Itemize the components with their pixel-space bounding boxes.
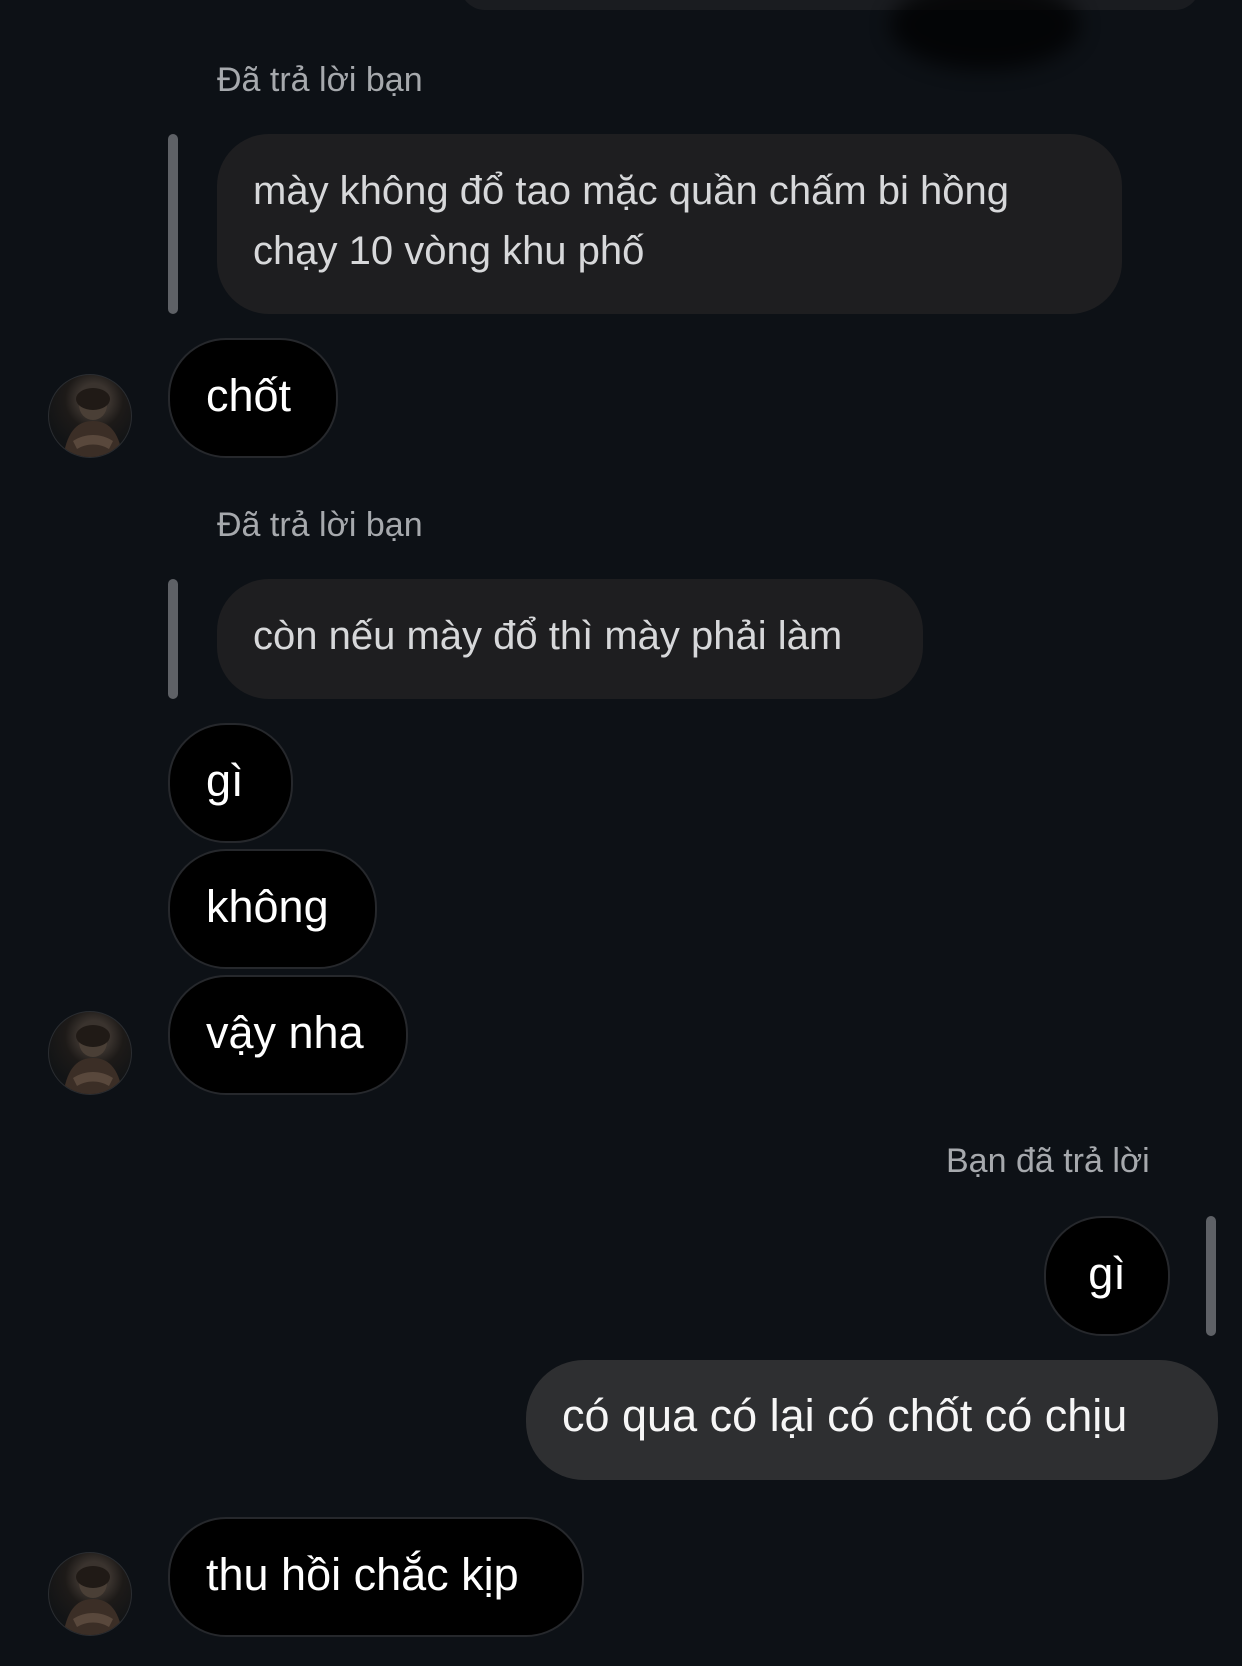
message-bubble[interactable]: thu hồi chắc kịp bbox=[168, 1517, 584, 1637]
reply-caption: Đã trả lời bạn bbox=[217, 506, 423, 544]
message-bubble[interactable]: gì bbox=[168, 723, 293, 843]
reply-bar bbox=[168, 579, 178, 699]
avatar-photo-icon bbox=[63, 388, 123, 457]
contact-avatar[interactable] bbox=[48, 374, 132, 458]
avatar-photo-icon bbox=[63, 1025, 123, 1094]
message-bubble[interactable]: vậy nha bbox=[168, 975, 408, 1095]
message-bubble[interactable]: chốt bbox=[168, 338, 338, 458]
previous-message-edge bbox=[460, 0, 1200, 10]
quoted-message[interactable]: mày không đổ tao mặc quần chấm bi hồng c… bbox=[217, 134, 1122, 314]
reply-bar bbox=[168, 134, 178, 314]
reply-bar bbox=[1206, 1216, 1216, 1336]
avatar-photo-icon bbox=[63, 1566, 123, 1635]
quoted-message[interactable]: còn nếu mày đổ thì mày phải làm bbox=[217, 579, 923, 699]
contact-avatar[interactable] bbox=[48, 1552, 132, 1636]
chat-thread: Đã trả lời bạn mày không đổ tao mặc quần… bbox=[0, 0, 1242, 1666]
quoted-message[interactable]: gì bbox=[1044, 1216, 1170, 1336]
contact-avatar[interactable] bbox=[48, 1011, 132, 1095]
reply-caption: Đã trả lời bạn bbox=[217, 61, 423, 99]
message-bubble[interactable]: không bbox=[168, 849, 377, 969]
reply-caption: Bạn đã trả lời bbox=[946, 1142, 1150, 1180]
top-shadow bbox=[890, 0, 1080, 70]
outgoing-message-bubble[interactable]: có qua có lại có chốt có chịu bbox=[526, 1360, 1218, 1480]
